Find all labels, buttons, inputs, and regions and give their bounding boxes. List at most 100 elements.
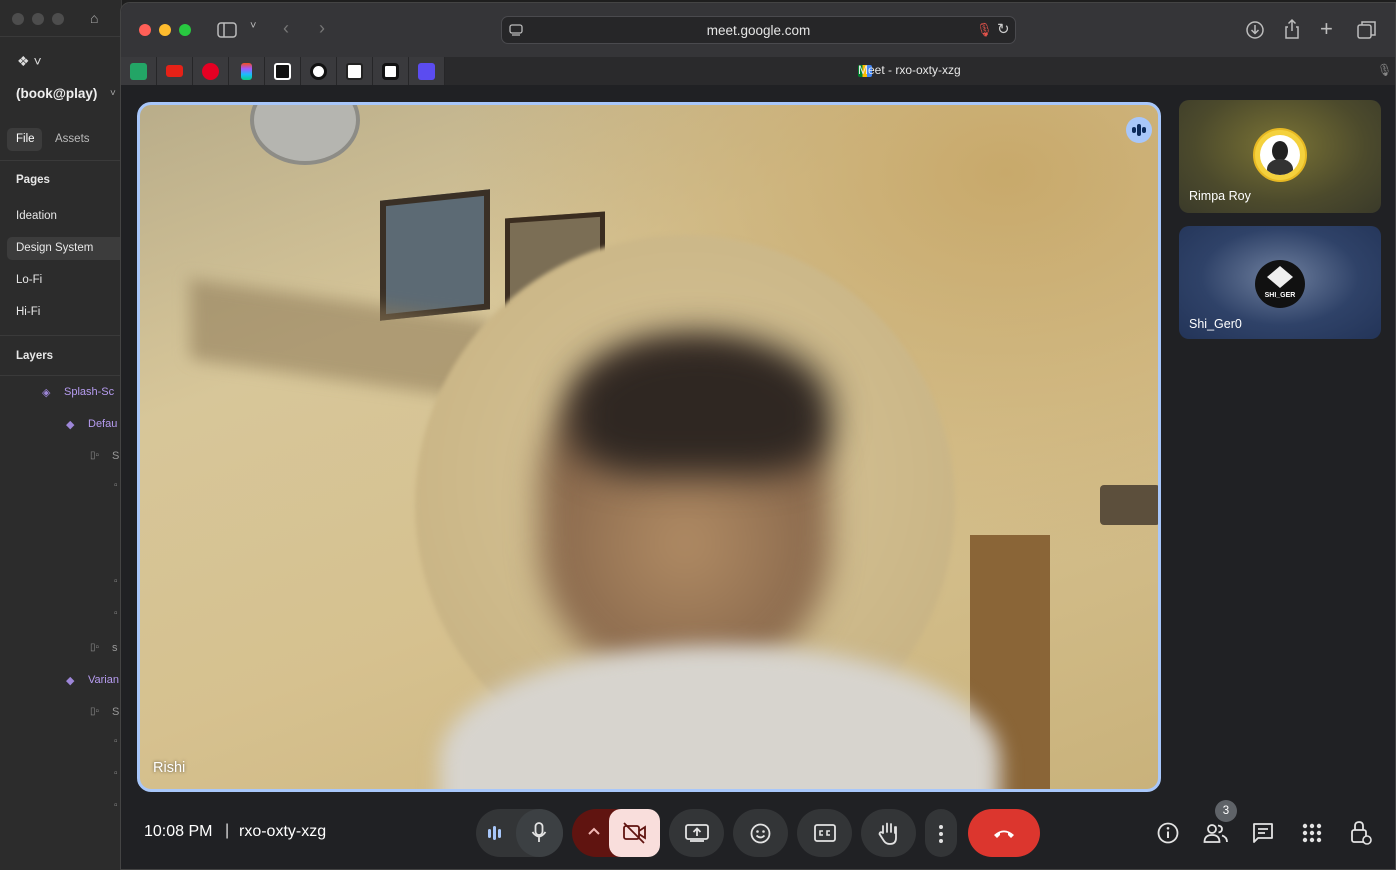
present-screen-icon	[685, 824, 709, 842]
microphone-control-group	[476, 809, 563, 857]
frame-icon: ▯▫	[90, 450, 100, 461]
camera-control-group	[572, 809, 660, 857]
camera-off-button[interactable]	[609, 809, 660, 857]
emoji-icon	[750, 823, 771, 844]
bookmark-tab[interactable]	[373, 57, 409, 85]
camera-options-button[interactable]	[588, 822, 600, 845]
pages-header: Pages	[16, 174, 50, 186]
openai-icon	[310, 63, 327, 80]
chat-icon[interactable]	[1252, 822, 1274, 844]
activities-icon[interactable]	[1302, 823, 1322, 843]
window-zoom-dot[interactable]	[52, 13, 64, 25]
participant-name: Rishi	[153, 760, 186, 776]
wall-switch	[1100, 485, 1158, 525]
people-count-badge: 3	[1215, 800, 1237, 822]
layers-header: Layers	[16, 350, 54, 362]
wall-frame	[380, 189, 490, 321]
meeting-time: 10:08 PM	[144, 823, 213, 840]
avatar-image	[1260, 135, 1300, 175]
youtube-icon	[166, 65, 183, 77]
window-zoom-button[interactable]	[179, 24, 191, 36]
framer-icon	[274, 63, 291, 80]
participant-tile[interactable]: Rimpa Roy	[1179, 100, 1381, 213]
meeting-code: rxo-oxty-xzg	[239, 823, 327, 840]
figma-menu-icon[interactable]: ❖ ˅	[17, 53, 42, 70]
participant-tile[interactable]: SHI_GER Shi_Ger0	[1179, 226, 1381, 339]
share-icon[interactable]	[1283, 18, 1301, 40]
bookmark-tab[interactable]	[193, 57, 229, 85]
divider	[0, 375, 122, 376]
end-call-button[interactable]	[968, 809, 1040, 857]
window-minimize-dot[interactable]	[32, 13, 44, 25]
browser-toolbar: ˅ ‹ › meet.google.com 🎙 ↻ +	[121, 3, 1395, 57]
page-item-lo-fi[interactable]: Lo-Fi	[16, 274, 42, 286]
frame-icon: ▯▫	[90, 642, 100, 653]
people-icon[interactable]	[1203, 822, 1229, 844]
page-item-hi-fi[interactable]: Hi-Fi	[16, 306, 40, 318]
frame-icon: ▯▫	[90, 706, 100, 717]
back-button-icon[interactable]: ‹	[283, 18, 289, 39]
home-icon[interactable]: ⌂	[90, 10, 98, 26]
host-controls-icon[interactable]	[1350, 820, 1372, 846]
bookmark-tab[interactable]	[301, 57, 337, 85]
bookmark-tab[interactable]	[121, 57, 157, 85]
window-close-button[interactable]	[139, 24, 151, 36]
avatar: SHI_GER	[1255, 260, 1305, 308]
sheets-icon	[130, 63, 147, 80]
divider	[0, 335, 122, 336]
layer-item[interactable]: Defau	[88, 418, 122, 430]
window-close-dot[interactable]	[12, 13, 24, 25]
captions-button[interactable]	[797, 809, 852, 857]
pinterest-icon	[202, 63, 219, 80]
forward-button-icon[interactable]: ›	[319, 18, 325, 39]
text-icon: ▫	[114, 800, 118, 811]
raise-hand-button[interactable]	[861, 809, 916, 857]
microphone-in-use-icon[interactable]: 🎙	[976, 22, 993, 38]
bookmark-tab[interactable]	[265, 57, 301, 85]
figma-sidebar: ⌂ ❖ ˅ (book@play) ˅ File Assets Pages Id…	[0, 0, 122, 870]
page-item-ideation[interactable]: Ideation	[16, 210, 57, 222]
text-icon: ▫	[114, 608, 118, 619]
tab-assets[interactable]: Assets	[55, 133, 90, 145]
bookmark-tab[interactable]	[409, 57, 445, 85]
text-icon: ▫	[114, 768, 118, 779]
participant-name: Shi_Ger0	[1189, 317, 1242, 331]
downloads-icon[interactable]	[1245, 20, 1265, 40]
layer-item[interactable]: Splash-Sc	[64, 386, 122, 398]
divider	[0, 36, 122, 37]
text-icon: ▫	[114, 480, 118, 491]
microphone-button[interactable]	[516, 809, 563, 857]
closed-captions-icon	[814, 824, 836, 842]
address-bar[interactable]: meet.google.com 🎙 ↻	[501, 16, 1016, 44]
chevron-down-icon[interactable]: ˅	[110, 88, 116, 99]
window-minimize-button[interactable]	[159, 24, 171, 36]
bookmark-tab[interactable]	[337, 57, 373, 85]
file-name[interactable]: (book@play)	[16, 86, 97, 101]
reload-icon[interactable]: ↻	[997, 20, 1010, 38]
sidebar-toggle-icon[interactable]	[217, 22, 237, 38]
avatar	[1253, 128, 1307, 182]
new-tab-icon[interactable]: +	[1320, 16, 1333, 42]
layer-item[interactable]: Varian	[88, 674, 122, 686]
present-screen-button[interactable]	[669, 809, 724, 857]
microphone-tab-icon[interactable]: 🎙	[1377, 63, 1392, 77]
meeting-details-icon[interactable]	[1157, 822, 1179, 844]
bookmark-tab[interactable]	[229, 57, 265, 85]
tab-file[interactable]: File	[7, 128, 42, 151]
separator: |	[225, 822, 230, 839]
speaking-indicator-icon	[1126, 117, 1152, 143]
chevron-up-icon	[588, 827, 600, 835]
main-video-tile[interactable]: Rishi	[137, 102, 1161, 792]
page-item-design-system[interactable]: Design System	[16, 242, 93, 254]
tab-overview-icon[interactable]	[1357, 20, 1377, 40]
participant-name: Rimpa Roy	[1189, 189, 1251, 203]
blurred-person-hair	[570, 335, 830, 475]
notion-icon	[346, 63, 363, 80]
microphone-icon	[531, 822, 547, 842]
end-call-icon	[994, 830, 1014, 838]
chevron-down-icon[interactable]: ˅	[250, 20, 256, 32]
more-options-button[interactable]	[925, 809, 957, 857]
reactions-button[interactable]	[733, 809, 788, 857]
uplabs-icon	[382, 63, 399, 80]
bookmark-tab[interactable]	[157, 57, 193, 85]
